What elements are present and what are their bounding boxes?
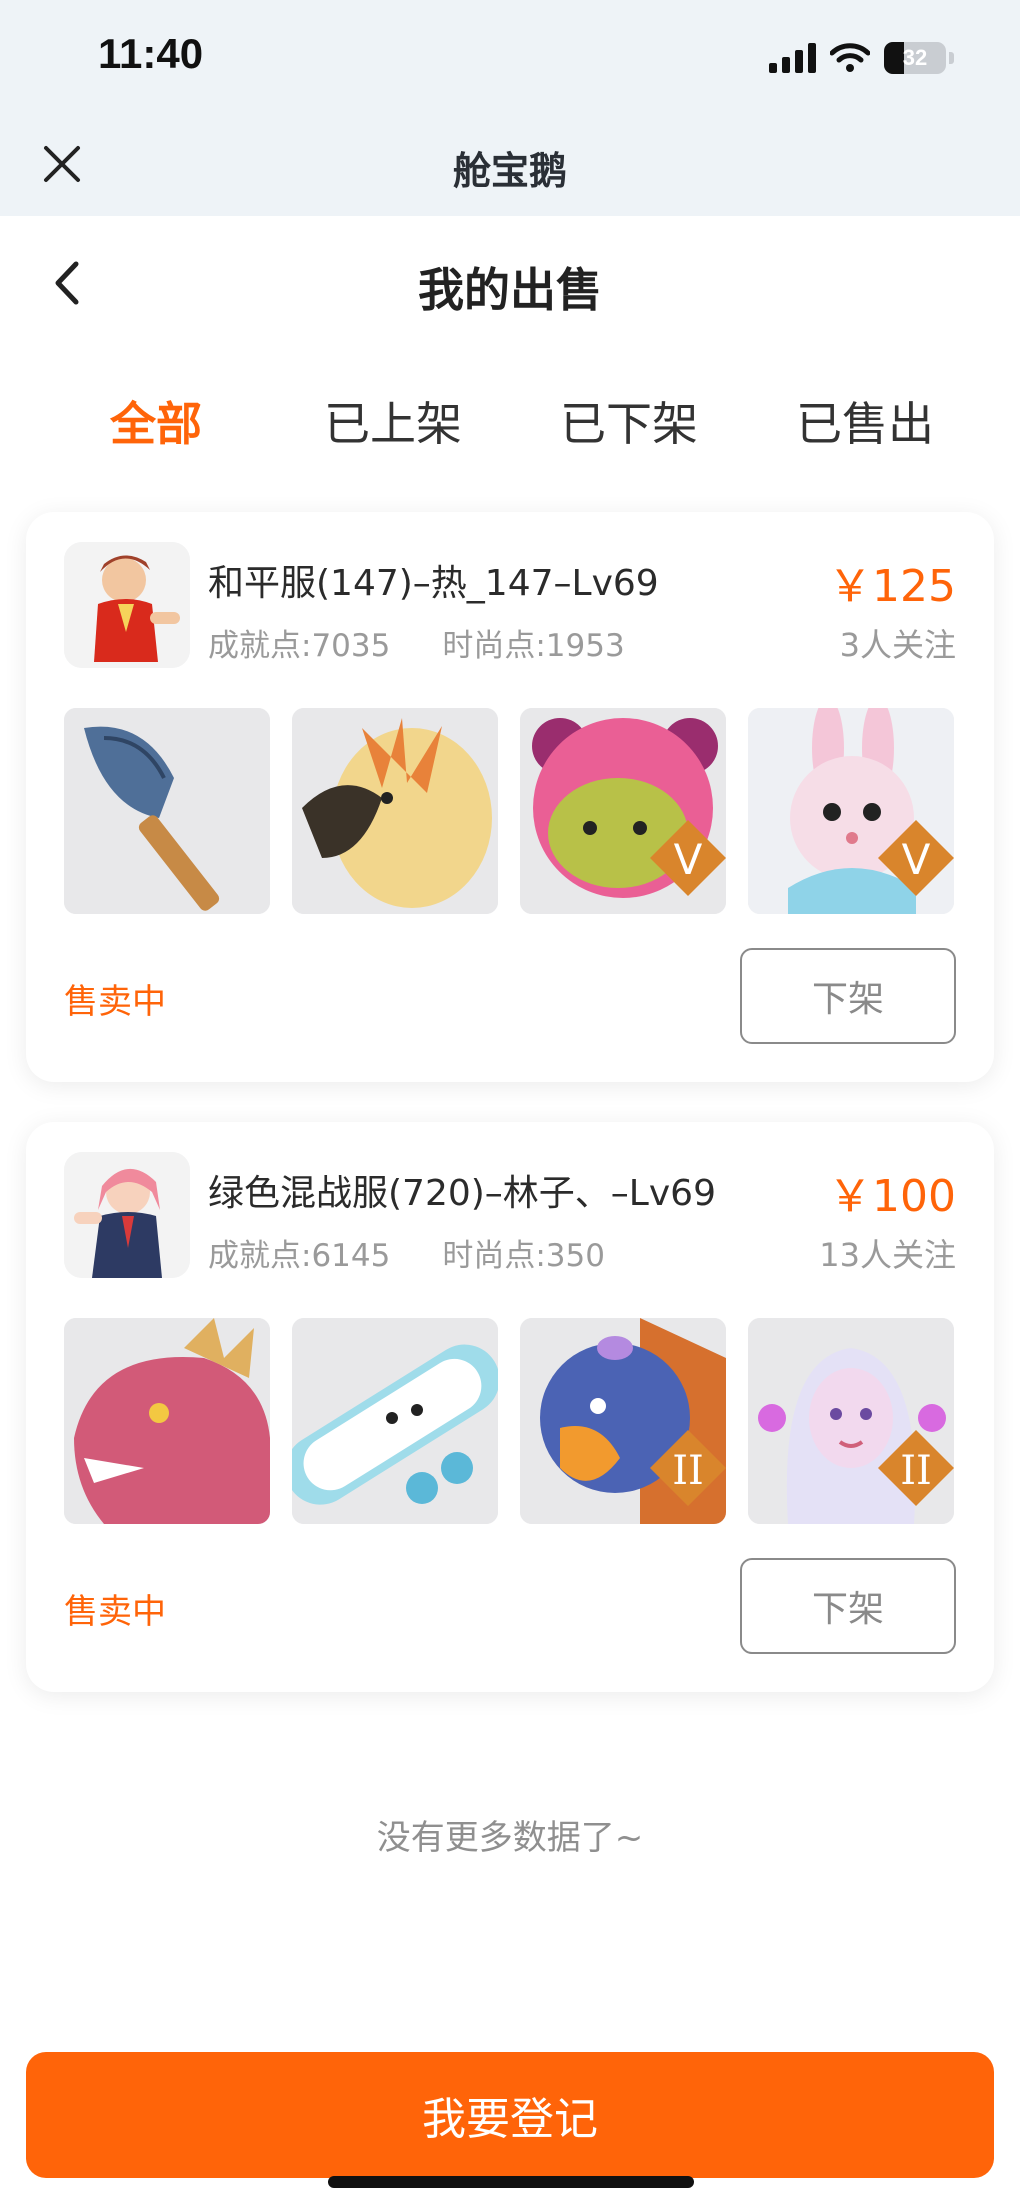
delist-button[interactable]: 下架 — [740, 1558, 956, 1654]
item-thumbnails: II II — [64, 1318, 954, 1524]
home-indicator — [328, 2176, 694, 2188]
achievement-points: 成就点:6145 — [208, 1238, 391, 1274]
battery-level: 32 — [902, 45, 928, 70]
no-more-data-text: 没有更多数据了~ — [376, 1818, 644, 1858]
item-thumbnails: V V — [64, 708, 954, 914]
item-thumbnail-bird[interactable] — [292, 708, 498, 914]
fashion-points: 时尚点:1953 — [442, 628, 625, 664]
mini-app-title: 舱宝鹅 — [452, 149, 567, 193]
item-thumbnail-fairy[interactable]: II — [748, 1318, 954, 1524]
item-thumbnail-spear[interactable] — [64, 708, 270, 914]
listing-stats: 成就点:7035 时尚点:1953 — [208, 620, 625, 665]
delist-button[interactable]: 下架 — [740, 948, 956, 1044]
status-label: 售卖中 — [64, 1592, 166, 1632]
top-bar: 11:40 32 舱宝鹅 — [0, 0, 1020, 216]
status-time: 11:40 — [98, 30, 204, 77]
tab-bar: 全部 已上架 已下架 已售出 — [0, 388, 1020, 458]
grade-badge: V — [902, 835, 931, 884]
listing-price: ￥125 — [828, 561, 956, 612]
page: 11:40 32 舱宝鹅 我的出售 全部 已上架 已下架 已售出 和平服(147… — [0, 0, 1020, 2207]
register-button[interactable]: 我要登记 — [26, 2052, 994, 2178]
tab-listed[interactable]: 已上架 — [324, 388, 462, 454]
character-avatar — [64, 542, 190, 668]
tab-sold[interactable]: 已售出 — [796, 388, 934, 454]
wifi-icon — [830, 43, 870, 73]
status-icons: 32 — [769, 40, 954, 76]
listing-card[interactable]: 绿色混战服(720)–林子、–Lv69 成就点:6145 时尚点:350 ￥100… — [26, 1122, 994, 1692]
item-thumbnail-dragon[interactable] — [64, 1318, 270, 1524]
grade-badge: II — [672, 1448, 704, 1494]
signal-icon — [769, 43, 816, 73]
achievement-points: 成就点:7035 — [208, 628, 391, 664]
battery-icon: 32 — [884, 42, 946, 74]
item-thumbnail-bunny[interactable]: V — [748, 708, 954, 914]
listing-stats: 成就点:6145 时尚点:350 — [208, 1230, 605, 1275]
listing-card[interactable]: 和平服(147)–热_147–Lv69 成就点:7035 时尚点:1953 ￥12… — [26, 512, 994, 1082]
watcher-count: 3人关注 — [839, 626, 956, 664]
item-thumbnail-bear-hat[interactable]: V — [520, 708, 726, 914]
page-title: 我的出售 — [418, 263, 602, 317]
listing-title: 绿色混战服(720)–林子、–Lv69 — [208, 1173, 716, 1214]
listing-price: ￥100 — [828, 1171, 956, 1222]
watcher-count: 13人关注 — [819, 1236, 956, 1274]
item-thumbnail-skateboard[interactable] — [292, 1318, 498, 1524]
listing-title: 和平服(147)–热_147–Lv69 — [208, 563, 659, 604]
tab-all[interactable]: 全部 — [110, 388, 202, 454]
item-thumbnail-eagle[interactable]: II — [520, 1318, 726, 1524]
character-avatar — [64, 1152, 190, 1278]
tab-unlisted[interactable]: 已下架 — [560, 388, 698, 454]
grade-badge: V — [674, 835, 703, 884]
fashion-points: 时尚点:350 — [442, 1238, 605, 1274]
grade-badge: II — [900, 1448, 932, 1494]
status-label: 售卖中 — [64, 982, 166, 1022]
